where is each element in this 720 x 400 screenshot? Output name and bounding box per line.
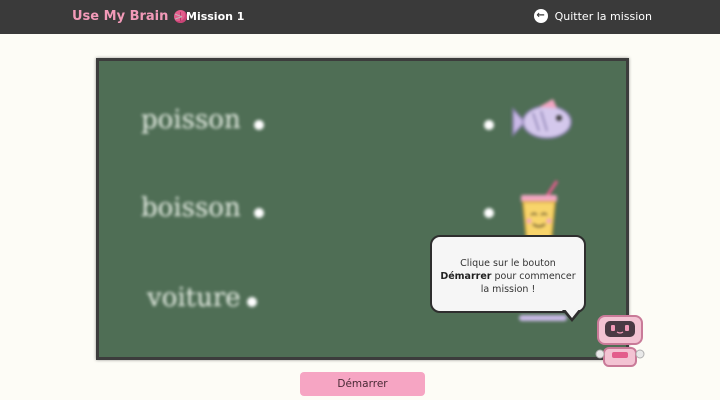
bubble-tail-inner	[564, 308, 580, 318]
brand-name: Use My Brain	[72, 9, 169, 24]
word-poisson: poisson	[141, 105, 241, 135]
brand[interactable]: Use My Brain	[72, 9, 188, 24]
image-dot[interactable]	[484, 208, 494, 218]
start-button[interactable]: Démarrer	[300, 372, 425, 396]
word-dot[interactable]	[247, 297, 257, 307]
breadcrumb-current: Mission 1	[186, 10, 245, 23]
fish-icon[interactable]	[509, 99, 579, 145]
quit-mission-label: Quitter la mission	[554, 9, 652, 23]
bubble-line-3: la mission !	[480, 284, 536, 295]
quit-mission-button[interactable]: ← Quitter la mission	[533, 9, 652, 23]
bubble-line-1: Clique sur le bouton	[460, 258, 556, 269]
top-bar: Use My Brain > Mission 1 ← Quitter la mi…	[0, 0, 720, 34]
bubble-bold-start: Démarrer	[440, 271, 492, 282]
robot-mascot-icon	[595, 315, 645, 367]
word-dot[interactable]	[254, 208, 264, 218]
word-boisson: boisson	[141, 193, 241, 223]
image-dot[interactable]	[484, 120, 494, 130]
arrow-left-icon: ←	[533, 9, 548, 23]
bubble-line-2: pour commencer	[491, 271, 576, 282]
word-voiture: voiture	[147, 283, 241, 313]
chalkboard: poisson boisson voiture	[96, 58, 629, 360]
word-dot[interactable]	[254, 120, 264, 130]
chevron-right-icon: >	[174, 10, 184, 23]
instruction-bubble: Clique sur le bouton Démarrer pour comme…	[430, 235, 586, 313]
